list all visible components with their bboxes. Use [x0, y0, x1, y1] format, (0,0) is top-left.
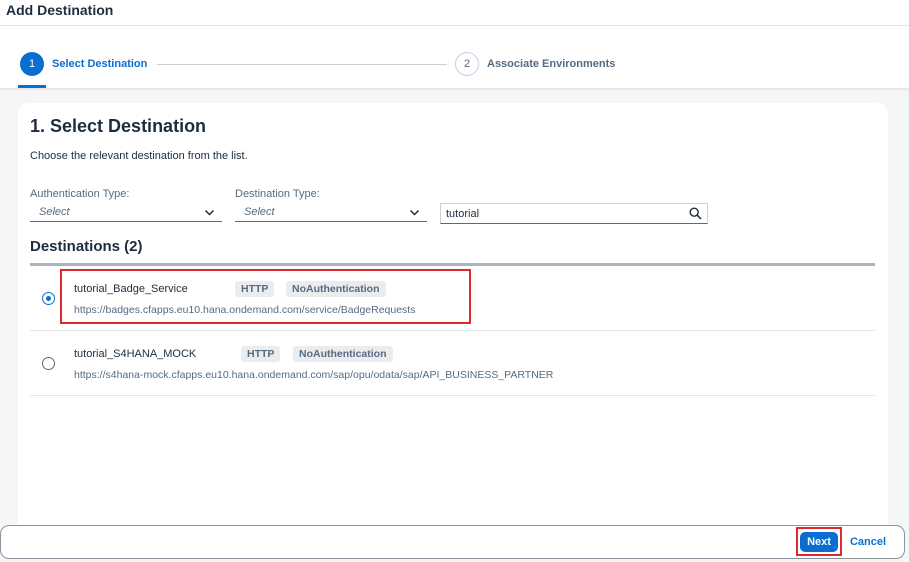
search-input[interactable] — [441, 204, 676, 223]
destination-type-placeholder: Select — [244, 206, 275, 218]
wizard-step-1-label[interactable]: Select Destination — [52, 58, 147, 70]
protocol-tag: HTTP — [241, 346, 281, 362]
destination-radio[interactable] — [42, 357, 55, 370]
destinations-list-title: Destinations (2) — [30, 238, 143, 255]
destination-type-select[interactable]: Select — [235, 203, 427, 222]
destination-type-label: Destination Type: — [235, 188, 320, 200]
chevron-down-icon — [204, 209, 215, 216]
selection-highlight-box — [60, 269, 471, 324]
destination-radio-selected[interactable] — [42, 292, 55, 305]
destination-name: tutorial_S4HANA_MOCK — [74, 348, 197, 360]
wizard-header: 1 Select Destination 2 Associate Environ… — [0, 26, 909, 88]
auth-type-placeholder: Select — [39, 206, 70, 218]
section-title: 1. Select Destination — [30, 116, 207, 136]
row-divider — [30, 395, 875, 396]
auth-type-select[interactable]: Select — [30, 203, 222, 222]
cancel-button[interactable]: Cancel — [846, 532, 890, 552]
dialog-footer — [0, 525, 905, 559]
next-button[interactable]: Next — [800, 532, 838, 552]
destination-row[interactable] — [30, 331, 875, 395]
search-field[interactable] — [440, 203, 708, 224]
auth-type-label: Authentication Type: — [30, 188, 130, 200]
wizard-step-2-label[interactable]: Associate Environments — [487, 58, 615, 70]
auth-tag: NoAuthentication — [293, 346, 393, 362]
dialog-title: Add Destination — [6, 2, 114, 18]
destination-url: https://s4hana-mock.cfapps.eu10.hana.ond… — [74, 369, 554, 381]
section-description: Choose the relevant destination from the… — [30, 150, 248, 162]
wizard-progress-line — [157, 64, 447, 65]
radio-dot — [46, 296, 51, 301]
search-icon[interactable] — [689, 207, 702, 220]
wizard-step-2-number[interactable]: 2 — [455, 52, 479, 76]
chevron-down-icon — [409, 209, 420, 216]
wizard-step-1-number[interactable]: 1 — [20, 52, 44, 76]
